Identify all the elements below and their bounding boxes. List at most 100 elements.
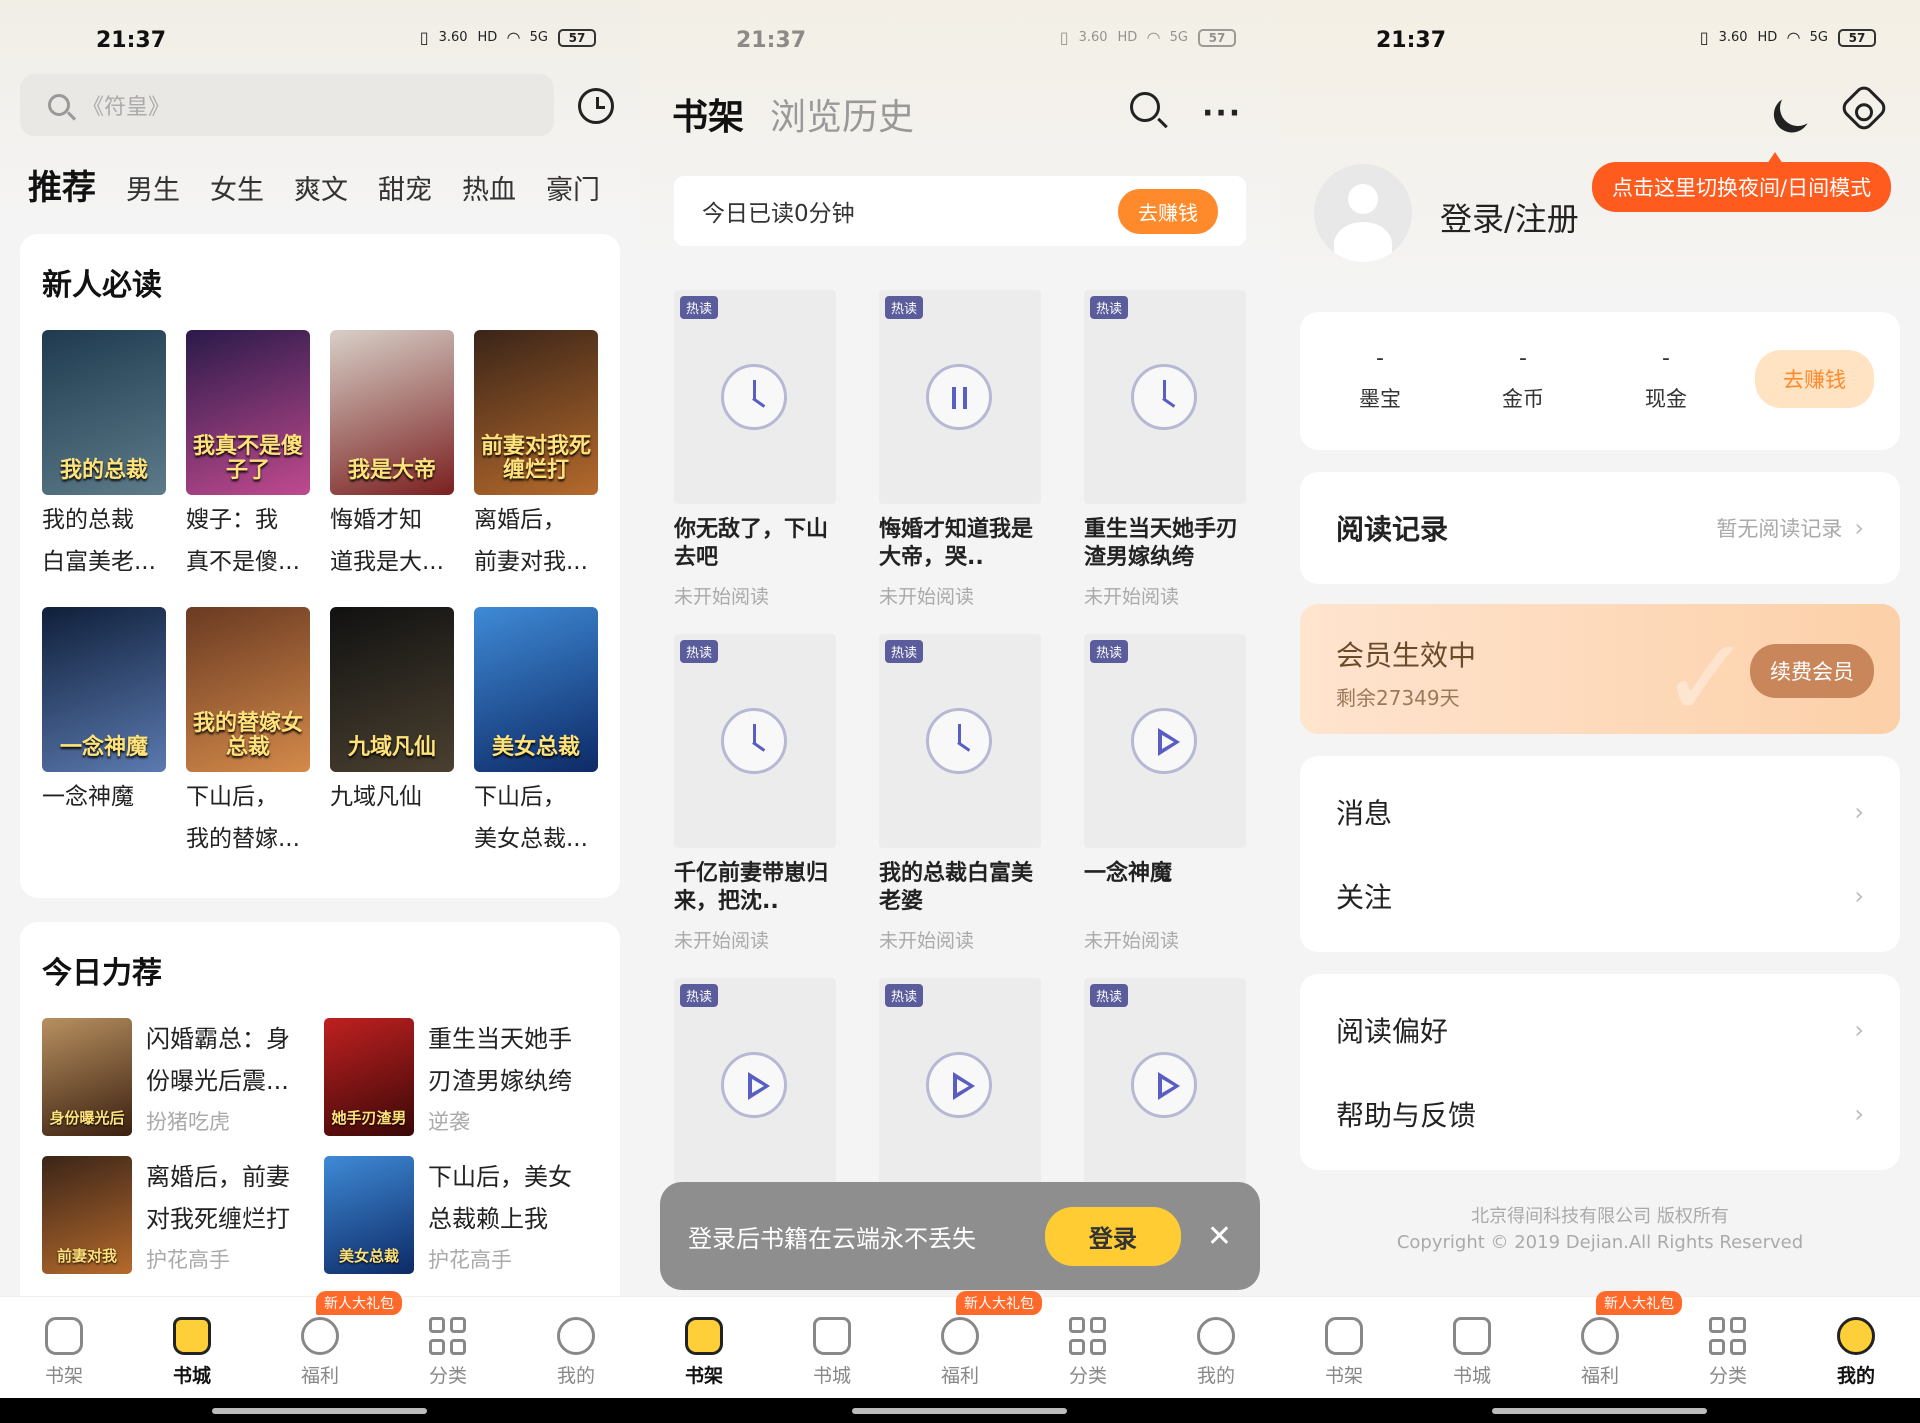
nav-mine[interactable]: 我的: [512, 1297, 640, 1398]
more-icon[interactable]: ···: [1202, 96, 1242, 131]
wallet-item-coins[interactable]: - 金币: [1463, 346, 1583, 413]
clock-icon: [926, 708, 992, 774]
nav-bookstore[interactable]: 书城: [1408, 1297, 1536, 1398]
messages-row[interactable]: 消息 ›: [1300, 770, 1900, 854]
follow-row[interactable]: 关注 ›: [1300, 854, 1900, 938]
tab-recommend[interactable]: 推荐: [28, 160, 96, 209]
tab-sweet[interactable]: 甜宠: [378, 168, 432, 207]
avatar[interactable]: [1314, 164, 1412, 262]
wallet-item-mobao[interactable]: - 墨宝: [1320, 346, 1440, 413]
cover-text: 身份曝光后: [49, 1109, 125, 1127]
daily-book-item[interactable]: 前妻对我 离婚后，前妻 对我死缠烂打 护花高手: [42, 1156, 324, 1274]
renew-vip-button[interactable]: 续费会员: [1750, 644, 1874, 698]
night-mode-tip[interactable]: 点击这里切换夜间/日间模式: [1592, 152, 1892, 212]
nav-label: 书城: [812, 1365, 851, 1387]
nav-welfare[interactable]: 新人大礼包 福利: [256, 1291, 402, 1398]
hot-read-tag: 热读: [680, 296, 719, 319]
nav-bookshelf[interactable]: 书架: [640, 1297, 768, 1398]
play-icon: [1131, 1052, 1197, 1118]
hot-read-tag: 热读: [885, 296, 924, 319]
book-item[interactable]: 九域凡仙 九域凡仙: [330, 607, 454, 860]
login-register-link[interactable]: 登录/注册: [1440, 194, 1579, 240]
nav-bookshelf[interactable]: 书架: [0, 1297, 128, 1398]
bookstore-screen: 21:37 ▯ 3.60 HD ◠ 5G 57 《符皇》 推荐 男生 女生 爽文…: [0, 0, 640, 1423]
nav-mine[interactable]: 我的: [1792, 1297, 1920, 1398]
row-label: 消息: [1336, 797, 1393, 830]
nav-label: 书城: [1452, 1365, 1491, 1387]
nav-label: 分类: [1708, 1365, 1747, 1387]
shelf-book-item[interactable]: 热读 千亿前妻带崽归来，把沈.. 未开始阅读: [674, 634, 836, 952]
play-icon: [926, 1052, 992, 1118]
tab-hot-blood[interactable]: 热血: [462, 168, 516, 207]
nav-category[interactable]: 分类: [384, 1297, 512, 1398]
reading-preference-row[interactable]: 阅读偏好 ›: [1300, 988, 1900, 1072]
home-indicator[interactable]: [212, 1408, 427, 1414]
nav-category[interactable]: 分类: [1664, 1297, 1792, 1398]
nav-bookstore[interactable]: 书城: [128, 1297, 256, 1398]
status-icons: ▯ 3.60 HD ◠ 5G 57: [1700, 28, 1876, 47]
book-cover: 身份曝光后: [42, 1018, 132, 1136]
book-cover: 美女总裁: [324, 1156, 414, 1274]
shelf-book-item[interactable]: 热读 你无敌了，下山去吧 未开始阅读: [674, 290, 836, 608]
earn-money-button[interactable]: 去赚钱: [1755, 350, 1874, 408]
hot-read-tag: 热读: [680, 984, 719, 1007]
book-item[interactable]: 前妻对我死缠烂打 离婚后， 前妻对我...: [474, 330, 598, 583]
category-grid-icon: [1069, 1317, 1107, 1355]
help-feedback-row[interactable]: 帮助与反馈 ›: [1300, 1072, 1900, 1156]
history-clock-icon[interactable]: [578, 88, 614, 124]
vip-title: 会员生效中: [1336, 639, 1477, 672]
bookshelf-icon: [1325, 1317, 1363, 1355]
close-icon[interactable]: ✕: [1207, 1219, 1232, 1254]
search-icon[interactable]: [1130, 92, 1160, 122]
section-title: 今日力荐: [42, 956, 162, 991]
book-item[interactable]: 美女总裁 下山后， 美女总裁...: [474, 607, 598, 860]
preferences-card: 阅读偏好 › 帮助与反馈 ›: [1300, 974, 1900, 1170]
tab-male[interactable]: 男生: [126, 168, 180, 207]
wallet-label: 金币: [1502, 387, 1544, 411]
book-item[interactable]: 我是大帝 悔婚才知 道我是大...: [330, 330, 454, 583]
category-grid-icon: [1709, 1317, 1747, 1355]
wallet-item-cash[interactable]: - 现金: [1606, 346, 1726, 413]
tab-shuangwen[interactable]: 爽文: [294, 168, 348, 207]
daily-book-item[interactable]: 她手刃渣男 重生当天她手 刃渣男嫁纨绔 逆袭: [324, 1018, 594, 1136]
book-item[interactable]: 我的替嫁女总裁 下山后， 我的替嫁...: [186, 607, 310, 860]
tab-bookshelf[interactable]: 书架: [672, 88, 744, 140]
book-item[interactable]: 一念神魔 一念神魔: [42, 607, 166, 860]
book-cover: 一念神魔: [42, 607, 166, 772]
nav-welfare[interactable]: 新人大礼包 福利: [1536, 1291, 1682, 1398]
book-item[interactable]: 我真不是傻子了 嫂子：我 真不是傻...: [186, 330, 310, 583]
reading-record-row[interactable]: 阅读记录 暂无阅读记录 ›: [1300, 472, 1900, 584]
home-indicator[interactable]: [1492, 1408, 1707, 1414]
daily-book-item[interactable]: 美女总裁 下山后，美女 总裁赖上我 护花高手: [324, 1156, 594, 1274]
smile-icon: [1197, 1317, 1235, 1355]
status-bar: 21:37 ▯ 3.60 HD ◠ 5G 57: [0, 0, 640, 80]
cover-text: 我是大帝: [347, 457, 436, 483]
book-cover: 热读: [674, 978, 836, 1192]
login-button[interactable]: 登录: [1044, 1206, 1181, 1266]
nav-welfare[interactable]: 新人大礼包 福利: [896, 1291, 1042, 1398]
earn-money-button[interactable]: 去赚钱: [1118, 188, 1218, 234]
tab-browse-history[interactable]: 浏览历史: [770, 88, 914, 140]
shelf-book-item[interactable]: 热读 悔婚才知道我是大帝，哭.. 未开始阅读: [879, 290, 1041, 608]
daily-book-item[interactable]: 身份曝光后 闪婚霸总：身 份曝光后震... 扮猪吃虎: [42, 1018, 324, 1136]
nav-bookstore[interactable]: 书城: [768, 1297, 896, 1398]
nav-category[interactable]: 分类: [1024, 1297, 1152, 1398]
tab-wealthy[interactable]: 豪门: [546, 168, 600, 207]
hot-read-tag: 热读: [1090, 640, 1129, 663]
book-item[interactable]: 我的总裁 我的总裁 白富美老...: [42, 330, 166, 583]
nav-mine[interactable]: 我的: [1152, 1297, 1280, 1398]
search-input[interactable]: 《符皇》: [20, 74, 554, 136]
tab-female[interactable]: 女生: [210, 168, 264, 207]
book-cover: 热读: [879, 290, 1041, 504]
messages-card: 消息 › 关注 ›: [1300, 756, 1900, 952]
home-indicator[interactable]: [852, 1408, 1067, 1414]
signal-icon: 5G: [529, 30, 548, 45]
wallet-label: 墨宝: [1359, 387, 1401, 411]
shelf-book-title: 一念神魔: [1084, 861, 1173, 886]
shelf-book-item[interactable]: 热读 我的总裁白富美老婆 未开始阅读: [879, 634, 1041, 952]
nav-bookshelf[interactable]: 书架: [1280, 1297, 1408, 1398]
shelf-book-item[interactable]: 热读 一念神魔 未开始阅读: [1084, 634, 1246, 952]
smile-icon: [1837, 1317, 1875, 1355]
shelf-book-item[interactable]: 热读 重生当天她手刃渣男嫁纨绔 未开始阅读: [1084, 290, 1246, 608]
network-speed: 3.60: [438, 30, 468, 45]
